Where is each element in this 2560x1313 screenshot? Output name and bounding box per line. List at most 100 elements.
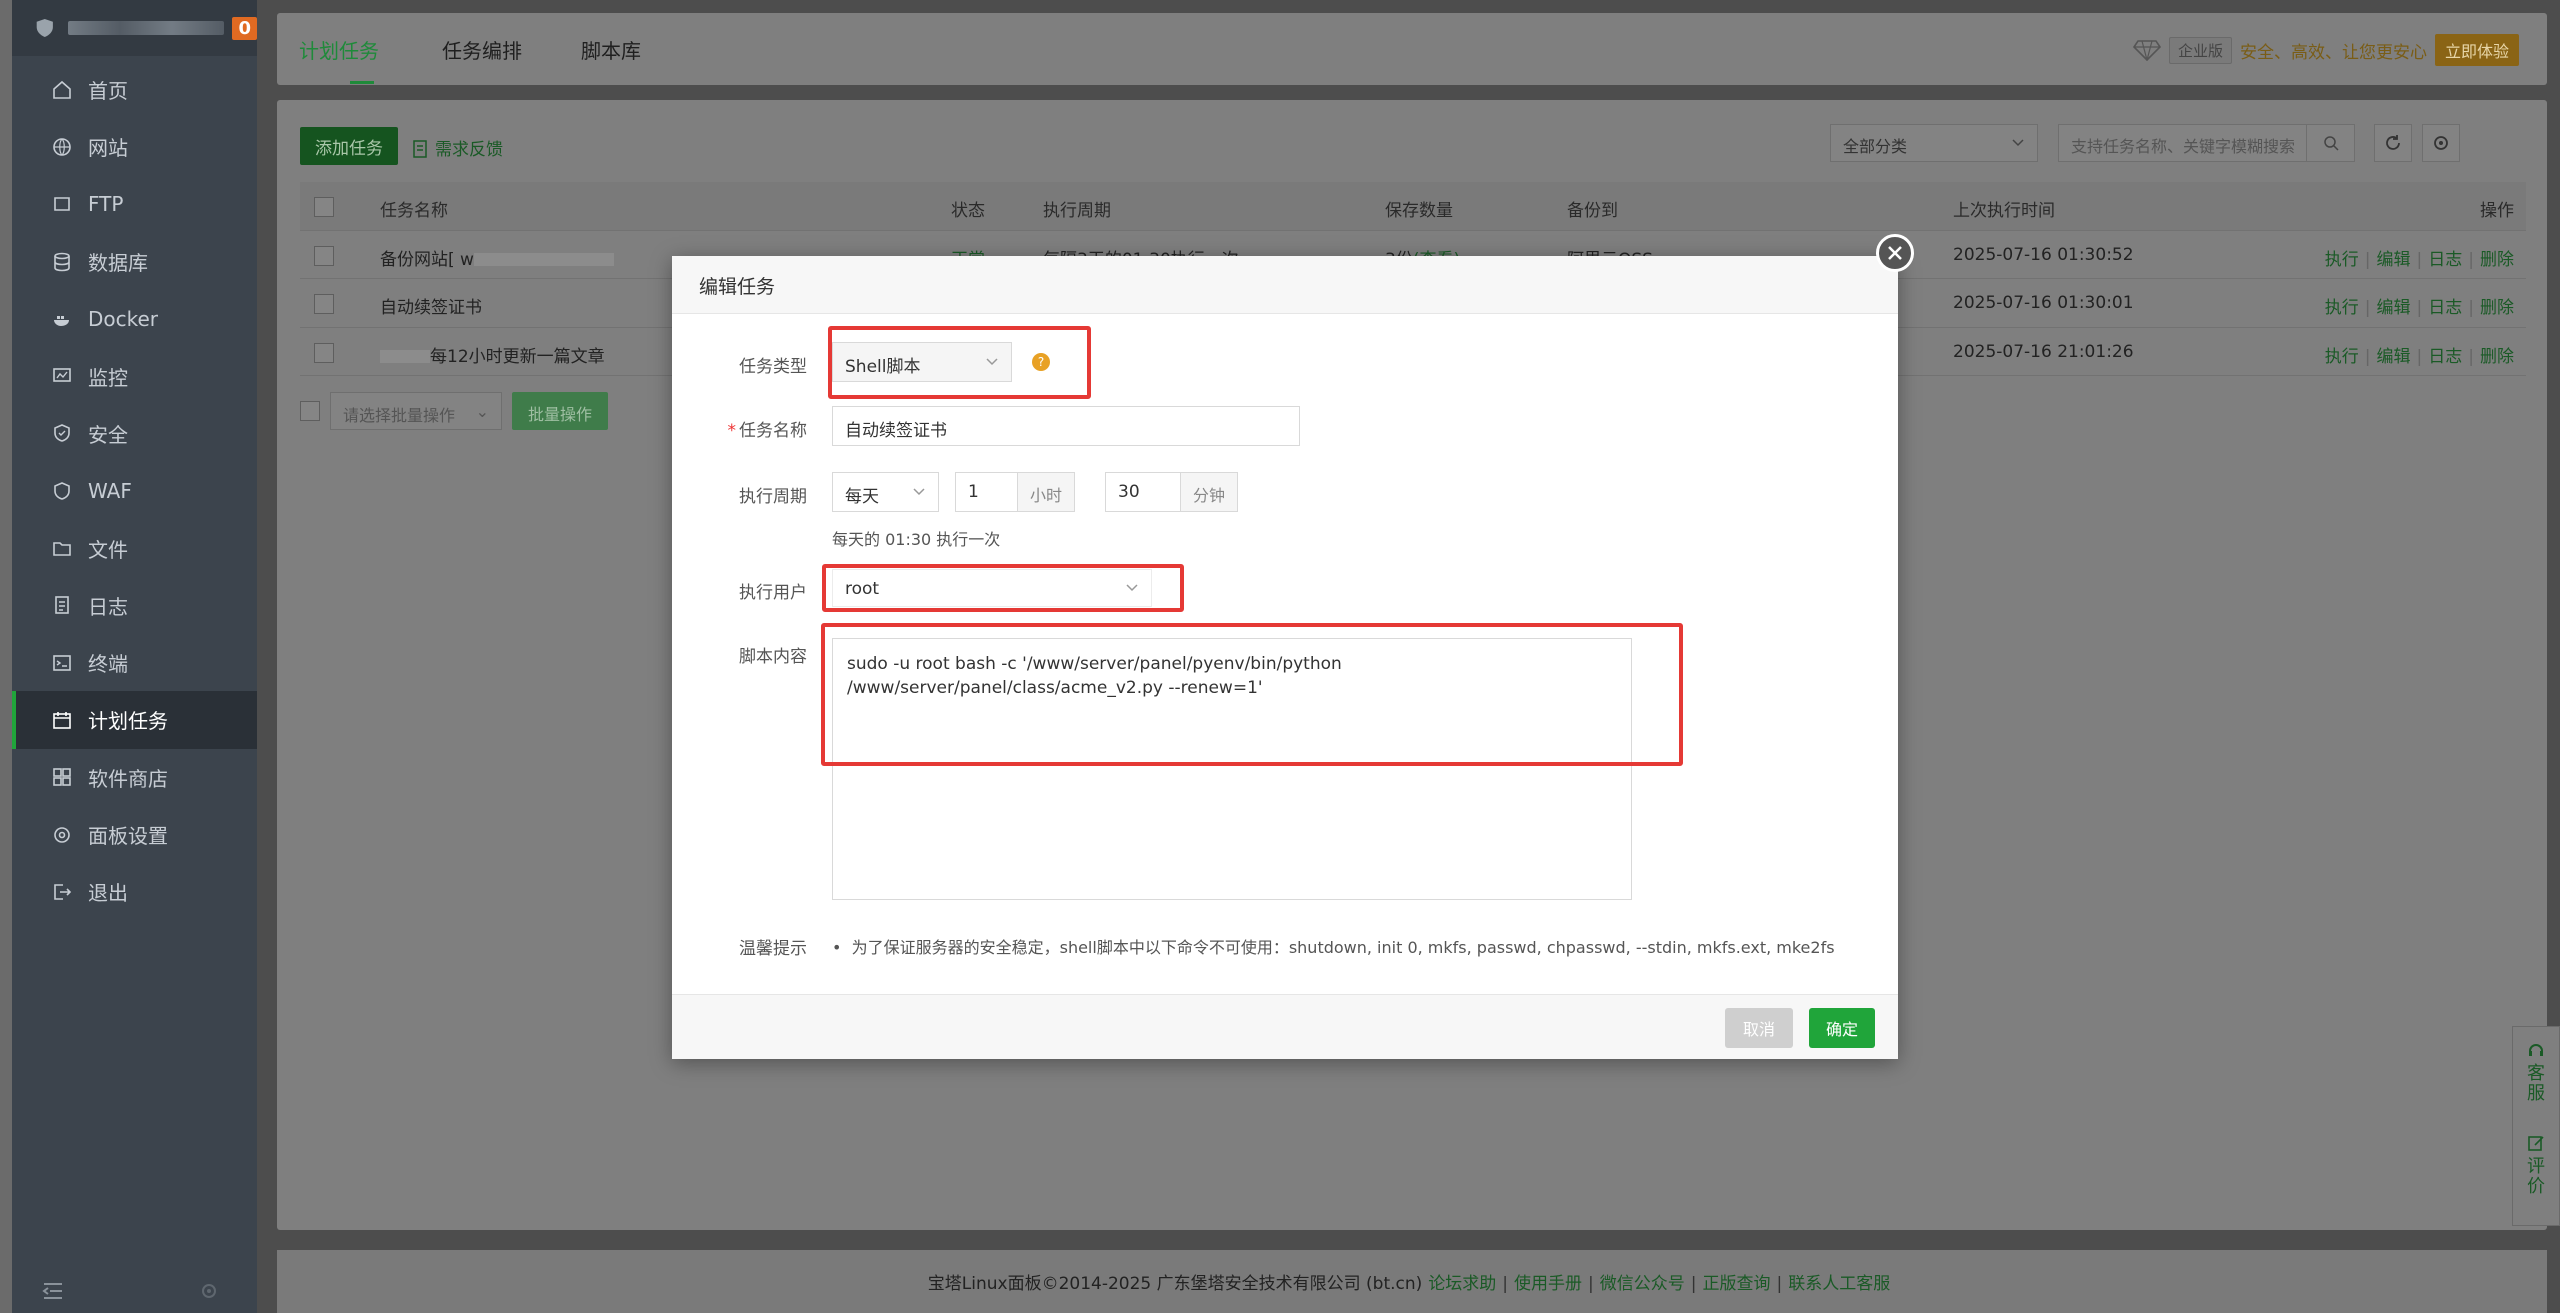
- footer-link[interactable]: 正版查询: [1703, 1274, 1771, 1294]
- settings-gear-icon[interactable]: [199, 1281, 219, 1301]
- action-run[interactable]: 执行: [2325, 250, 2359, 270]
- sidebar-item-docker[interactable]: Docker: [12, 290, 257, 347]
- batch-operate-button[interactable]: 批量操作: [512, 392, 609, 430]
- batch-select[interactable]: 请选择批量操作 ⌄: [330, 392, 502, 430]
- action-run[interactable]: 执行: [2325, 347, 2359, 367]
- footer-link[interactable]: 使用手册: [1514, 1274, 1582, 1294]
- hour-value: 1: [968, 482, 979, 502]
- chevron-down-icon: [2012, 139, 2024, 147]
- tab-script-library[interactable]: 脚本库: [581, 35, 641, 64]
- category-value: 全部分类: [1843, 137, 1908, 156]
- footer-links: 论坛求助 | 使用手册 | 微信公众号 | 正版查询 | 联系人工客服: [1422, 1269, 1896, 1294]
- refresh-button[interactable]: [2374, 124, 2412, 162]
- action-log[interactable]: 日志: [2428, 347, 2462, 367]
- row-checkbox[interactable]: [314, 294, 334, 314]
- action-edit[interactable]: 编辑: [2377, 298, 2411, 318]
- action-run[interactable]: 执行: [2325, 298, 2359, 318]
- globe-icon: [52, 137, 72, 157]
- blurred-text: [380, 350, 430, 363]
- col-status: 状态: [951, 201, 985, 221]
- add-task-button[interactable]: 添加任务: [300, 127, 398, 165]
- col-cycle: 执行周期: [1043, 201, 1111, 221]
- sidebar-item-folder[interactable]: 文件: [12, 519, 257, 576]
- footer-link[interactable]: 论坛求助: [1428, 1274, 1496, 1294]
- search-button[interactable]: [2306, 125, 2354, 161]
- cycle-hint: 每天的 01:30 执行一次: [832, 530, 1001, 549]
- sidebar-item-shield[interactable]: 安全: [12, 405, 257, 462]
- notification-badge[interactable]: 0: [232, 16, 257, 40]
- chevron-down-icon: ⌄: [475, 402, 489, 421]
- dialog-footer: 取消 确定: [672, 994, 1898, 1059]
- sidebar-item-label: 数据库: [88, 251, 148, 276]
- footer-link[interactable]: 联系人工客服: [1788, 1274, 1890, 1294]
- sidebar-item-apps[interactable]: 软件商店: [12, 749, 257, 806]
- highlight-script: [821, 623, 1683, 766]
- cancel-button[interactable]: 取消: [1725, 1008, 1793, 1048]
- promo-text: 安全、高效、让您更安心: [2239, 42, 2427, 63]
- left-edge-strip: [0, 0, 12, 1313]
- footer-separator: |: [1776, 1274, 1783, 1294]
- try-now-button[interactable]: 立即体验: [2434, 34, 2519, 66]
- sidebar-item-label: 网站: [88, 136, 128, 161]
- headset-icon: [2529, 1044, 2543, 1056]
- row-checkbox[interactable]: [314, 245, 334, 266]
- sidebar-item-terminal[interactable]: 终端: [12, 634, 257, 691]
- col-keep: 保存数量: [1385, 201, 1453, 221]
- sidebar-item-database[interactable]: 数据库: [12, 233, 257, 290]
- gear-icon: [2434, 136, 2448, 150]
- review-button[interactable]: 评价: [2526, 1134, 2546, 1197]
- action-delete[interactable]: 删除: [2480, 250, 2514, 270]
- terminal-icon: [52, 653, 72, 673]
- sidebar-item-logout[interactable]: 退出: [12, 863, 257, 920]
- action-edit[interactable]: 编辑: [2377, 250, 2411, 270]
- action-log[interactable]: 日志: [2428, 298, 2462, 318]
- collapse-menu-icon[interactable]: [42, 1281, 64, 1301]
- sidebar-item-gear[interactable]: 面板设置: [12, 806, 257, 863]
- footer-separator: |: [1502, 1274, 1509, 1294]
- feedback-label: 需求反馈: [435, 140, 503, 160]
- gear-icon: [52, 825, 72, 845]
- row-checkbox[interactable]: [314, 342, 334, 363]
- customer-service-button[interactable]: 客服: [2526, 1041, 2546, 1104]
- sidebar-item-calendar[interactable]: 计划任务: [12, 691, 257, 749]
- minute-value: 30: [1118, 482, 1140, 502]
- action-log[interactable]: 日志: [2428, 250, 2462, 270]
- sidebar-item-home[interactable]: 首页: [12, 61, 257, 118]
- sidebar-item-ftp[interactable]: FTP: [12, 176, 257, 233]
- cycle-type-select[interactable]: 每天: [832, 472, 939, 512]
- task-last-run: 2025-07-16 01:30:01: [1953, 293, 2134, 313]
- sidebar-item-label: WAF: [88, 478, 132, 503]
- sidebar-item-globe[interactable]: 网站: [12, 118, 257, 175]
- sidebar-item-monitor[interactable]: 监控: [12, 347, 257, 404]
- task-name-input[interactable]: 自动续签证书: [832, 406, 1300, 446]
- tab-task-orchestration[interactable]: 任务编排: [442, 35, 522, 64]
- hour-input[interactable]: 1 小时: [955, 472, 1075, 512]
- confirm-button[interactable]: 确定: [1809, 1008, 1875, 1048]
- action-delete[interactable]: 删除: [2480, 347, 2514, 367]
- sidebar-item-label: Docker: [88, 306, 159, 331]
- category-select[interactable]: 全部分类: [1830, 124, 2038, 162]
- sidebar: 0 首页网站 FTP 数据库 Docker 监控 安全 WAF 文件日志终端 计划任务 软件商店面…: [12, 0, 257, 1313]
- sidebar-item-waf[interactable]: WAF: [12, 462, 257, 519]
- user-label: 执行用户: [739, 583, 807, 603]
- column-settings-button[interactable]: [2422, 124, 2460, 162]
- feedback-link[interactable]: 需求反馈: [413, 135, 503, 160]
- select-all-checkbox[interactable]: [314, 197, 334, 217]
- search-input[interactable]: 支持任务名称、关键字模糊搜索: [2058, 124, 2355, 162]
- action-edit[interactable]: 编辑: [2377, 347, 2411, 367]
- feedback-icon: [413, 140, 427, 158]
- close-button[interactable]: [1876, 234, 1914, 272]
- minute-input[interactable]: 30 分钟: [1105, 472, 1238, 512]
- highlight-exec-user: [822, 564, 1184, 612]
- sidebar-item-label: FTP: [88, 192, 124, 217]
- footer-link[interactable]: 微信公众号: [1600, 1274, 1685, 1294]
- copyright: 宝塔Linux面板©2014-2025 广东堡塔安全技术有限公司 (bt.cn): [927, 1274, 1423, 1294]
- sidebar-item-log[interactable]: 日志: [12, 577, 257, 634]
- logout-icon: [52, 882, 72, 902]
- home-icon: [52, 80, 72, 100]
- sidebar-item-label: 日志: [88, 594, 128, 619]
- action-delete[interactable]: 删除: [2480, 298, 2514, 318]
- task-last-run: 2025-07-16 21:01:26: [1953, 341, 2134, 362]
- tab-cron-tasks[interactable]: 计划任务: [299, 35, 379, 64]
- batch-checkbox[interactable]: [300, 401, 320, 421]
